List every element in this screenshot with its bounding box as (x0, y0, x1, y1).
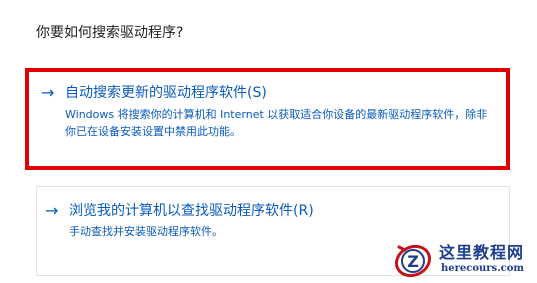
auto-search-title: 自动搜索更新的驱动程序软件(S) (65, 85, 267, 101)
page-question: 你要如何搜索驱动程序? (36, 25, 184, 41)
watermark-logo-letter: Z (407, 252, 419, 271)
site-watermark: Z 这里教程网 herecours.com (393, 237, 533, 281)
browse-computer-heading: → 浏览我的计算机以查找驱动程序软件(R) (45, 202, 314, 220)
browse-computer-title: 浏览我的计算机以查找驱动程序软件(R) (69, 203, 314, 219)
arrow-right-icon: → (41, 83, 55, 102)
watermark-logo-icon: Z (394, 244, 432, 278)
auto-search-option[interactable]: → 自动搜索更新的驱动程序软件(S) Windows 将搜索你的计算机和 Int… (33, 75, 503, 163)
driver-search-dialog: 你要如何搜索驱动程序? → 自动搜索更新的驱动程序软件(S) Windows 将… (0, 0, 537, 283)
auto-search-description: Windows 将搜索你的计算机和 Internet 以获取适合你设备的最新驱动… (65, 108, 488, 138)
watermark-url: herecours.com (441, 263, 525, 274)
auto-search-heading: → 自动搜索更新的驱动程序软件(S) (41, 84, 267, 102)
arrow-right-icon: → (45, 201, 59, 220)
watermark-title: 这里教程网 (439, 243, 525, 262)
